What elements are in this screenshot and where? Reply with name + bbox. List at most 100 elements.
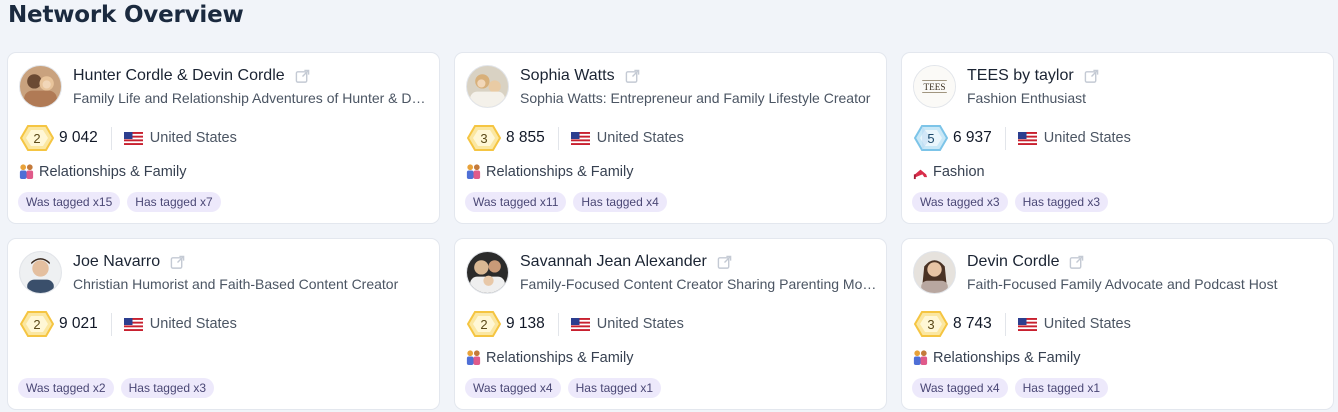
country-label: United States xyxy=(596,130,684,146)
was-tagged-pill[interactable]: Was tagged x4 xyxy=(912,378,1008,398)
stats-divider xyxy=(1004,126,1006,150)
external-link-icon[interactable] xyxy=(295,69,310,84)
svg-text:TEES: TEES xyxy=(923,82,945,92)
profile-description: Christian Humorist and Faith-Based Conte… xyxy=(73,276,399,292)
category: Relationships & Family xyxy=(465,349,633,366)
us-flag-icon xyxy=(123,317,143,331)
profile-stats: 3 8 855 United States xyxy=(467,125,684,151)
profile-card[interactable]: Savannah Jean Alexander Family-Focused C… xyxy=(454,238,887,410)
stats-divider xyxy=(557,312,559,336)
family-icon xyxy=(19,164,34,180)
avatar[interactable] xyxy=(466,65,509,108)
tag-stats: Was tagged x4 Has tagged x1 xyxy=(912,378,1108,398)
avatar[interactable] xyxy=(19,251,62,294)
svg-text:5: 5 xyxy=(927,131,934,146)
country-label: United States xyxy=(1043,316,1131,332)
profile-description: Faith-Focused Family Advocate and Podcas… xyxy=(967,276,1278,292)
avatar[interactable] xyxy=(19,65,62,108)
tag-stats: Was tagged x11 Has tagged x4 xyxy=(465,192,667,212)
stats-divider xyxy=(110,126,112,150)
profile-description: Family-Focused Content Creator Sharing P… xyxy=(520,276,880,292)
category: Relationships & Family xyxy=(465,163,633,180)
has-tagged-pill[interactable]: Has tagged x4 xyxy=(573,192,667,212)
level-badge: 3 xyxy=(914,311,948,337)
us-flag-icon xyxy=(570,131,590,145)
profile-stats: 2 9 138 United States xyxy=(467,311,684,337)
svg-text:2: 2 xyxy=(480,317,487,332)
profile-name[interactable]: Joe Navarro xyxy=(73,253,160,271)
profile-stats: 3 8 743 United States xyxy=(914,311,1131,337)
country-label: United States xyxy=(149,316,237,332)
profile-description: Family Life and Relationship Adventures … xyxy=(73,90,433,106)
country-label: United States xyxy=(596,316,684,332)
category-label: Relationships & Family xyxy=(486,163,634,180)
profile-name[interactable]: Savannah Jean Alexander xyxy=(520,253,707,271)
profile-name[interactable]: TEES by taylor xyxy=(967,67,1074,85)
profile-name[interactable]: Hunter Cordle & Devin Cordle xyxy=(73,67,285,85)
profile-stats: 2 9 042 United States xyxy=(20,125,237,151)
family-icon xyxy=(913,350,928,366)
external-link-icon[interactable] xyxy=(170,255,185,270)
external-link-icon[interactable] xyxy=(625,69,640,84)
was-tagged-pill[interactable]: Was tagged x15 xyxy=(18,192,121,212)
stats-divider xyxy=(557,126,559,150)
avatar[interactable] xyxy=(913,251,956,294)
profile-stats: 2 9 021 United States xyxy=(20,311,237,337)
has-tagged-pill[interactable]: Has tagged x7 xyxy=(127,192,221,212)
has-tagged-pill[interactable]: Has tagged x1 xyxy=(567,378,661,398)
family-icon xyxy=(466,164,481,180)
level-badge: 2 xyxy=(20,311,54,337)
category: Relationships & Family xyxy=(912,349,1080,366)
us-flag-icon xyxy=(123,131,143,145)
was-tagged-pill[interactable]: Was tagged x2 xyxy=(18,378,114,398)
was-tagged-pill[interactable]: Was tagged x3 xyxy=(912,192,1008,212)
level-badge: 5 xyxy=(914,125,948,151)
follower-count: 8 743 xyxy=(953,315,992,332)
external-link-icon[interactable] xyxy=(1084,69,1099,84)
external-link-icon[interactable] xyxy=(717,255,732,270)
profile-card[interactable]: Joe Navarro Christian Humorist and Faith… xyxy=(7,238,440,410)
has-tagged-pill[interactable]: Has tagged x3 xyxy=(120,378,214,398)
us-flag-icon xyxy=(1017,317,1037,331)
stats-divider xyxy=(1004,312,1006,336)
has-tagged-pill[interactable]: Has tagged x3 xyxy=(1014,192,1108,212)
profile-stats: 5 6 937 United States xyxy=(914,125,1131,151)
tag-stats: Was tagged x15 Has tagged x7 xyxy=(18,192,221,212)
svg-text:2: 2 xyxy=(33,131,40,146)
stats-divider xyxy=(110,312,112,336)
has-tagged-pill[interactable]: Has tagged x1 xyxy=(1014,378,1108,398)
tag-stats: Was tagged x3 Has tagged x3 xyxy=(912,192,1108,212)
follower-count: 6 937 xyxy=(953,129,992,146)
tag-stats: Was tagged x4 Has tagged x1 xyxy=(465,378,661,398)
follower-count: 9 138 xyxy=(506,315,545,332)
level-badge: 2 xyxy=(467,311,501,337)
category-label: Fashion xyxy=(933,163,985,180)
avatar[interactable] xyxy=(466,251,509,294)
page-title: Network Overview xyxy=(8,2,244,28)
profile-card[interactable]: Sophia Watts Sophia Watts: Entrepreneur … xyxy=(454,52,887,224)
was-tagged-pill[interactable]: Was tagged x4 xyxy=(465,378,561,398)
profile-description: Fashion Enthusiast xyxy=(967,90,1087,106)
us-flag-icon xyxy=(570,317,590,331)
level-badge: 2 xyxy=(20,125,54,151)
category: Fashion xyxy=(912,163,985,180)
level-badge: 3 xyxy=(467,125,501,151)
follower-count: 8 855 xyxy=(506,129,545,146)
avatar[interactable]: TEES xyxy=(913,65,956,108)
profile-name[interactable]: Devin Cordle xyxy=(967,253,1059,271)
svg-text:3: 3 xyxy=(480,131,487,146)
country-label: United States xyxy=(149,130,237,146)
svg-text:3: 3 xyxy=(927,317,934,332)
profile-description: Sophia Watts: Entrepreneur and Family Li… xyxy=(520,90,871,106)
category: Relationships & Family xyxy=(18,163,186,180)
profile-name[interactable]: Sophia Watts xyxy=(520,67,615,85)
us-flag-icon xyxy=(1017,131,1037,145)
profile-card[interactable]: Hunter Cordle & Devin Cordle Family Life… xyxy=(7,52,440,224)
country-label: United States xyxy=(1043,130,1131,146)
tag-stats: Was tagged x2 Has tagged x3 xyxy=(18,378,214,398)
external-link-icon[interactable] xyxy=(1069,255,1084,270)
was-tagged-pill[interactable]: Was tagged x11 xyxy=(465,192,567,212)
profile-card[interactable]: Devin Cordle Faith-Focused Family Advoca… xyxy=(901,238,1334,410)
profile-card[interactable]: TEES TEES by taylor Fashion Enthusiast 5… xyxy=(901,52,1334,224)
network-grid: Hunter Cordle & Devin Cordle Family Life… xyxy=(7,52,1336,412)
